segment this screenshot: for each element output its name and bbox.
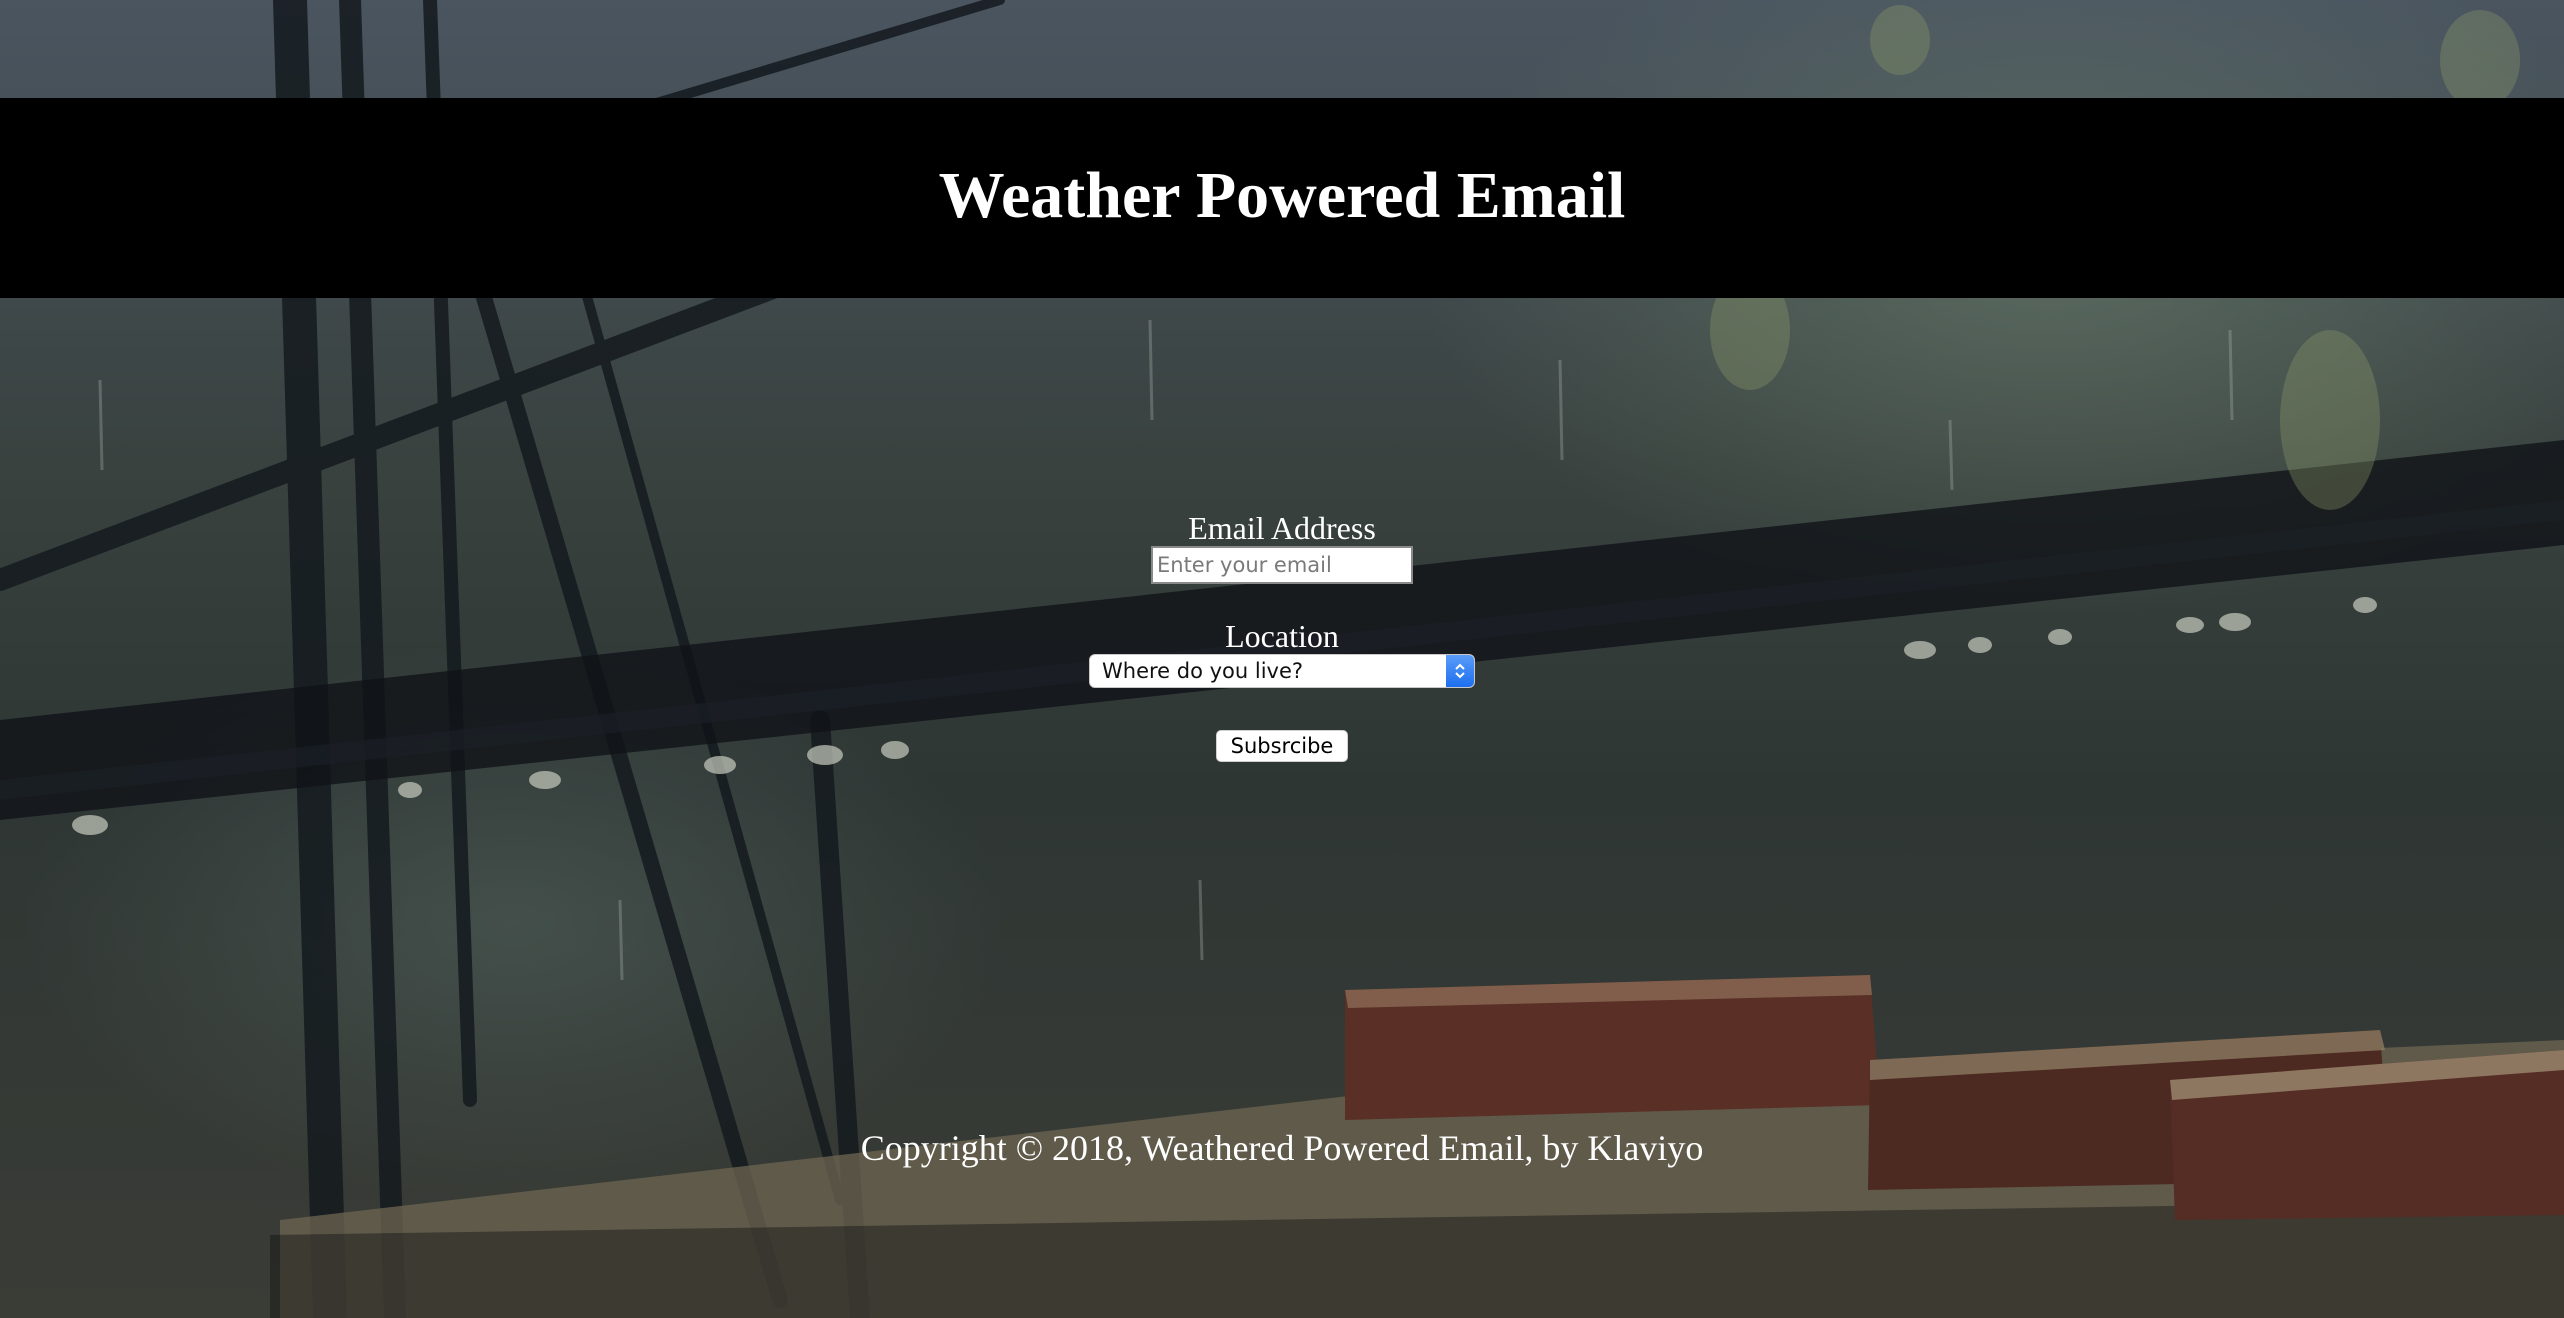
select-arrows-icon [1446,655,1474,687]
email-input[interactable] [1151,546,1413,584]
location-label: Location [1225,618,1339,654]
email-label: Email Address [1188,510,1376,546]
location-select-value: Where do you live? [1102,659,1304,683]
footer-copyright: Copyright © 2018, Weathered Powered Emai… [860,1128,1704,1168]
subscribe-form: Email Address Location Where do you live… [0,510,2564,762]
site-header: Weather Powered Email [0,98,2564,298]
page-title: Weather Powered Email [938,159,1626,232]
subscribe-button[interactable]: Subsrcibe [1216,730,1348,762]
location-select[interactable]: Where do you live? [1089,654,1475,688]
